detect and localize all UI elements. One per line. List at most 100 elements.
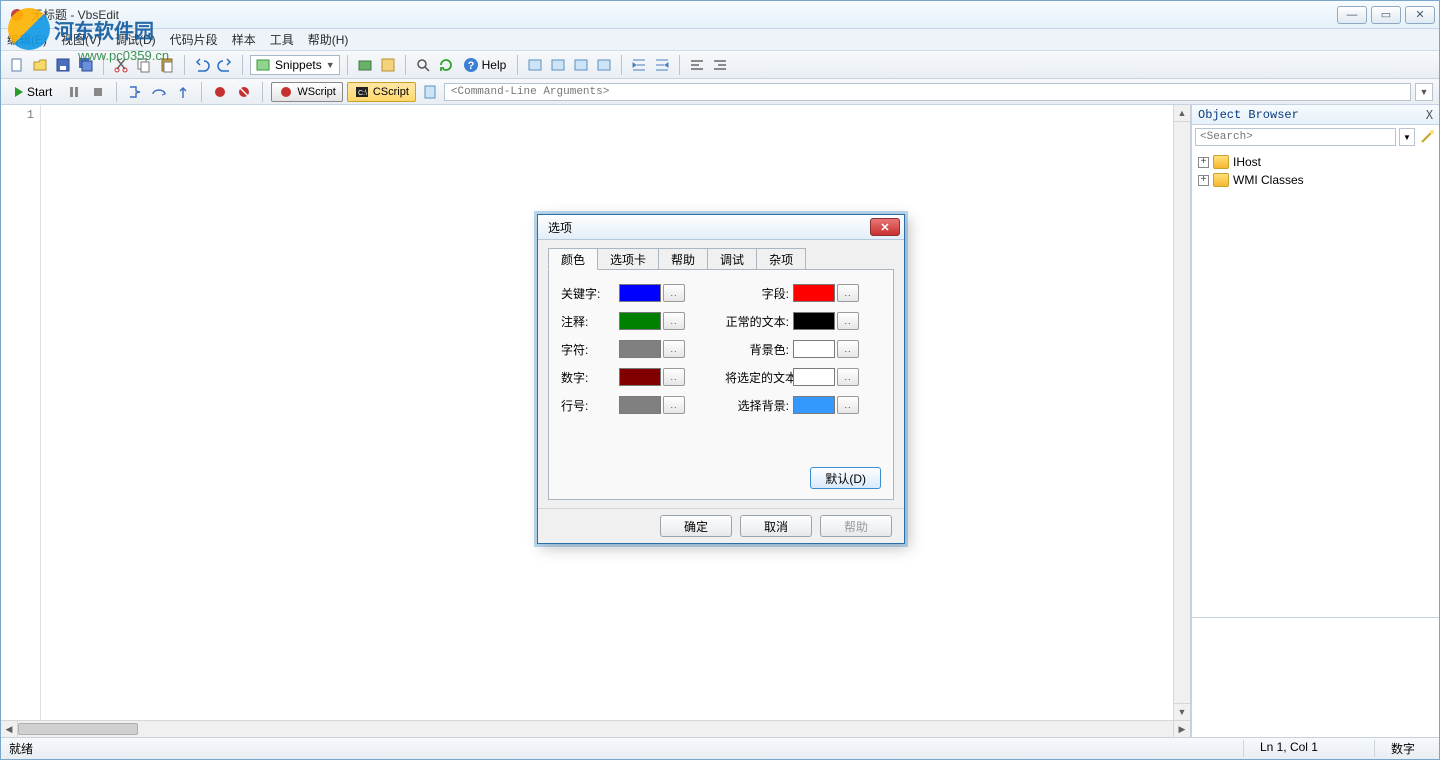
- color-label: 关键字:: [561, 285, 617, 302]
- objbrowser-detail-pane: [1192, 617, 1439, 737]
- color-swatch[interactable]: [793, 284, 835, 302]
- expand-icon[interactable]: +: [1198, 175, 1209, 186]
- open-button[interactable]: [30, 55, 50, 75]
- close-button[interactable]: ✕: [1405, 6, 1435, 24]
- snippet-icon: [255, 57, 271, 73]
- tree-node-wmi[interactable]: + WMI Classes: [1198, 171, 1433, 189]
- wscript-button[interactable]: WScript: [271, 82, 343, 102]
- pause-button[interactable]: [64, 82, 84, 102]
- objbrowser-title: Object Browser: [1198, 108, 1299, 122]
- tab-help[interactable]: 帮助: [658, 248, 708, 269]
- color-picker-button[interactable]: ..: [837, 368, 859, 386]
- color-swatch[interactable]: [793, 312, 835, 330]
- window4-button[interactable]: [594, 55, 614, 75]
- tab-color[interactable]: 颜色: [548, 248, 598, 270]
- menu-samples[interactable]: 样本: [232, 31, 256, 48]
- tree-node-ihost[interactable]: + IHost: [1198, 153, 1433, 171]
- cmdargs-dropdown[interactable]: ▼: [1415, 83, 1433, 101]
- expand-icon[interactable]: +: [1198, 157, 1209, 168]
- tool2-button[interactable]: [378, 55, 398, 75]
- tab-debug[interactable]: 调试: [707, 248, 757, 269]
- color-picker-button[interactable]: ..: [663, 396, 685, 414]
- color-label: 背景色:: [725, 341, 791, 358]
- color-swatch[interactable]: [793, 340, 835, 358]
- dialog-title: 选项: [548, 219, 572, 236]
- undo-button[interactable]: [192, 55, 212, 75]
- menu-snippets[interactable]: 代码片段: [170, 31, 218, 48]
- redo-button[interactable]: [215, 55, 235, 75]
- color-picker-button[interactable]: ..: [837, 312, 859, 330]
- svg-text:C:\: C:\: [358, 90, 367, 97]
- objbrowser-tree: + IHost + WMI Classes: [1192, 149, 1439, 617]
- objbrowser-search-input[interactable]: [1195, 128, 1396, 146]
- menu-help[interactable]: 帮助(H): [308, 31, 349, 48]
- color-picker-button[interactable]: ..: [663, 312, 685, 330]
- align2-button[interactable]: [710, 55, 730, 75]
- cancel-button[interactable]: 取消: [740, 515, 812, 537]
- color-swatch[interactable]: [619, 368, 661, 386]
- horizontal-scrollbar[interactable]: ◀ ▶: [1, 720, 1190, 737]
- snippets-combo[interactable]: Snippets ▼: [250, 55, 340, 75]
- tab-misc[interactable]: 杂项: [756, 248, 806, 269]
- color-picker-button[interactable]: ..: [837, 284, 859, 302]
- color-picker-button[interactable]: ..: [837, 340, 859, 358]
- menu-tools[interactable]: 工具: [270, 31, 294, 48]
- color-swatch[interactable]: [619, 312, 661, 330]
- dialog-close-button[interactable]: ✕: [870, 218, 900, 236]
- new-button[interactable]: [7, 55, 27, 75]
- color-swatch[interactable]: [619, 284, 661, 302]
- color-label: 字段:: [725, 285, 791, 302]
- color-swatch[interactable]: [619, 396, 661, 414]
- tool1-button[interactable]: [355, 55, 375, 75]
- ok-button[interactable]: 确定: [660, 515, 732, 537]
- objbrowser-close-button[interactable]: X: [1426, 108, 1433, 122]
- align1-button[interactable]: [687, 55, 707, 75]
- window3-button[interactable]: [571, 55, 591, 75]
- breakpoint-button[interactable]: [210, 82, 230, 102]
- search-dropdown-icon[interactable]: ▼: [1399, 128, 1415, 146]
- window1-button[interactable]: [525, 55, 545, 75]
- stepout-button[interactable]: [173, 82, 193, 102]
- scroll-up-icon[interactable]: ▲: [1174, 105, 1190, 122]
- color-picker-button[interactable]: ..: [663, 340, 685, 358]
- scroll-down-icon[interactable]: ▼: [1174, 703, 1190, 720]
- window2-button[interactable]: [548, 55, 568, 75]
- props-button[interactable]: [420, 82, 440, 102]
- status-position: Ln 1, Col 1: [1243, 740, 1334, 757]
- help-button-dialog[interactable]: 帮助: [820, 515, 892, 537]
- cscript-button[interactable]: C:\ CScript: [347, 82, 416, 102]
- start-button[interactable]: Start: [7, 82, 60, 102]
- color-picker-button[interactable]: ..: [837, 396, 859, 414]
- stepover-button[interactable]: [149, 82, 169, 102]
- color-label: 将选定的文本:: [725, 369, 791, 386]
- color-picker-button[interactable]: ..: [663, 284, 685, 302]
- breakpoint2-button[interactable]: [234, 82, 254, 102]
- color-swatch[interactable]: [619, 340, 661, 358]
- indent-button[interactable]: [629, 55, 649, 75]
- color-picker-button[interactable]: ..: [663, 368, 685, 386]
- tabpanel-color: 关键字:..字段:..注释:..正常的文本:..字符:..背景色:..数字:..…: [548, 270, 894, 500]
- scroll-right-icon[interactable]: ▶: [1173, 721, 1190, 737]
- scroll-left-icon[interactable]: ◀: [1, 721, 18, 737]
- outdent-button[interactable]: [652, 55, 672, 75]
- search-action-button[interactable]: [1418, 128, 1436, 146]
- stop-button[interactable]: [88, 82, 108, 102]
- color-swatch[interactable]: [793, 396, 835, 414]
- line-gutter: 1: [1, 105, 41, 720]
- class-icon: [1213, 173, 1229, 187]
- vertical-scrollbar[interactable]: ▲ ▼: [1173, 105, 1190, 720]
- find-button[interactable]: [413, 55, 433, 75]
- color-swatch[interactable]: [793, 368, 835, 386]
- refresh-button[interactable]: [436, 55, 456, 75]
- cmdargs-input[interactable]: <Command-Line Arguments>: [444, 83, 1411, 101]
- maximize-button[interactable]: ▭: [1371, 6, 1401, 24]
- default-button[interactable]: 默认(D): [810, 467, 881, 489]
- help-button[interactable]: ? Help: [459, 55, 511, 75]
- stepinto-button[interactable]: [125, 82, 145, 102]
- help-icon: ?: [463, 57, 479, 73]
- minimize-button[interactable]: —: [1337, 6, 1367, 24]
- scroll-thumb[interactable]: [18, 723, 138, 735]
- color-label: 正常的文本:: [725, 313, 791, 330]
- tab-tabs[interactable]: 选项卡: [597, 248, 659, 269]
- save-button[interactable]: [53, 55, 73, 75]
